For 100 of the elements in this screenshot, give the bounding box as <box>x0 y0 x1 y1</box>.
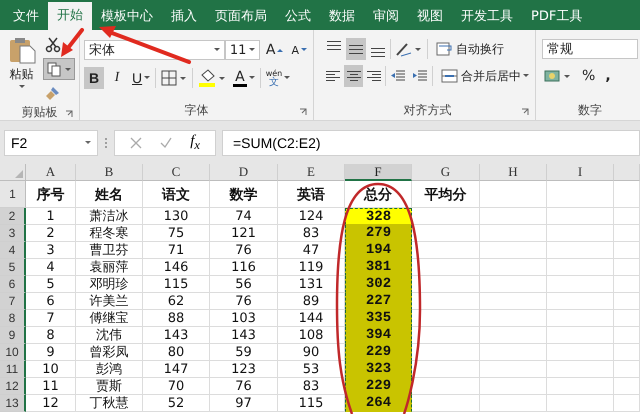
dialog-launcher-icon[interactable] <box>299 108 307 116</box>
table-cell: 曾彩凤 <box>76 344 143 361</box>
table-cell: 71 <box>143 242 210 259</box>
ribbon-tab[interactable]: 开发工具 <box>452 4 522 30</box>
font-color-button[interactable]: A <box>231 67 257 89</box>
number-format-dropdown[interactable]: 常规 <box>542 39 638 59</box>
row-header[interactable]: 13 <box>0 395 26 412</box>
merge-center-button[interactable]: 合并后居中 <box>439 65 532 87</box>
table-cell: 74 <box>210 208 278 225</box>
table-cell: 229 <box>345 344 412 361</box>
table-cell <box>480 327 547 344</box>
table-cell <box>480 181 547 208</box>
table-cell: 121 <box>210 225 278 242</box>
percent-button[interactable]: % <box>580 65 598 87</box>
table-cell: 143 <box>210 327 278 344</box>
font-name-dropdown[interactable]: 宋体 <box>84 40 225 60</box>
column-header[interactable]: D <box>210 164 278 181</box>
row-header[interactable]: 7 <box>0 293 26 310</box>
column-header[interactable]: I <box>547 164 614 181</box>
comma-style-button[interactable]: , <box>603 65 613 87</box>
row-header[interactable]: 6 <box>0 276 26 293</box>
column-header[interactable]: F <box>345 164 412 181</box>
wrap-text-button[interactable]: 自动换行 <box>434 38 506 60</box>
table-cell: 62 <box>143 293 210 310</box>
row-header[interactable]: 10 <box>0 344 26 361</box>
ribbon-tab[interactable]: 开始 <box>48 2 92 30</box>
table-cell <box>412 225 480 242</box>
phonetic-guide-button[interactable]: wén 文 <box>264 67 292 89</box>
table-cell: 10 <box>26 361 76 378</box>
table-cell: 59 <box>210 344 278 361</box>
table-cell: 11 <box>26 378 76 395</box>
grow-font-button[interactable]: A <box>264 39 286 61</box>
table-cell <box>547 361 614 378</box>
column-header[interactable]: A <box>26 164 76 181</box>
ribbon-tab[interactable]: 页面布局 <box>206 4 276 30</box>
row-header[interactable]: 5 <box>0 259 26 276</box>
column-header[interactable]: E <box>278 164 345 181</box>
ribbon-tab[interactable]: 数据 <box>320 4 364 30</box>
table-cell <box>614 361 640 378</box>
dialog-launcher-icon[interactable] <box>521 108 529 116</box>
font-size-dropdown[interactable]: 11 <box>224 40 260 60</box>
ribbon-tab[interactable]: 模板中心 <box>92 4 162 30</box>
row-header[interactable]: 11 <box>0 361 26 378</box>
table-cell: 264 <box>345 395 412 412</box>
caret-icon <box>85 141 91 145</box>
ribbon-tab[interactable]: 公式 <box>276 4 320 30</box>
text-angle-icon <box>395 41 423 57</box>
row-header[interactable]: 9 <box>0 327 26 344</box>
row-header[interactable]: 1 <box>0 181 26 208</box>
paste-button[interactable]: 粘贴 <box>4 34 39 92</box>
formula-input[interactable]: =SUM(C2:E2) <box>222 130 640 156</box>
row-header[interactable]: 3 <box>0 225 26 242</box>
table-cell: 75 <box>143 225 210 242</box>
row-header[interactable]: 8 <box>0 310 26 327</box>
table-cell <box>547 225 614 242</box>
dialog-launcher-icon[interactable] <box>65 110 73 118</box>
check-icon[interactable] <box>160 137 172 149</box>
ribbon-tab[interactable]: 插入 <box>162 4 206 30</box>
table-cell <box>480 225 547 242</box>
row-header[interactable]: 4 <box>0 242 26 259</box>
ribbon-tab[interactable]: 审阅 <box>364 4 408 30</box>
center-align-button[interactable] <box>344 65 363 87</box>
table-cell <box>412 276 480 293</box>
group-label: 数字 <box>578 102 602 118</box>
column-header[interactable]: H <box>480 164 547 181</box>
group-label: 字体 <box>184 102 208 118</box>
table-cell: 语文 <box>143 181 210 208</box>
table-cell: 88 <box>143 310 210 327</box>
table-cell <box>480 361 547 378</box>
table-cell <box>614 378 640 395</box>
insert-function-button[interactable]: f$_{x}$ <box>190 133 200 153</box>
table-cell <box>480 310 547 327</box>
italic-button[interactable]: I <box>107 67 127 89</box>
align-center-icon <box>346 71 361 81</box>
row-header[interactable]: 12 <box>0 378 26 395</box>
table-cell: 147 <box>143 361 210 378</box>
copy-button[interactable] <box>43 58 75 80</box>
table-cell: 丁秋慧 <box>76 395 143 412</box>
table-cell: 4 <box>26 259 76 276</box>
column-header[interactable]: B <box>76 164 143 181</box>
table-cell <box>614 225 640 242</box>
row-header[interactable]: 2 <box>0 208 26 225</box>
ribbon-tab[interactable]: 文件 <box>4 4 48 30</box>
ribbon-tab[interactable]: PDF工具 <box>522 4 592 30</box>
name-box[interactable]: F2 <box>4 130 98 156</box>
underline-button[interactable]: U <box>130 67 152 89</box>
table-cell: 平均分 <box>412 181 480 208</box>
table-cell: 许美兰 <box>76 293 143 310</box>
table-cell: 103 <box>210 310 278 327</box>
table-cell: 姓名 <box>76 181 143 208</box>
caret-icon <box>523 74 530 78</box>
column-header[interactable]: G <box>412 164 480 181</box>
ribbon-tab[interactable]: 视图 <box>408 4 452 30</box>
column-header[interactable]: C <box>143 164 210 181</box>
shrink-font-button[interactable]: A <box>289 39 309 61</box>
table-cell <box>614 293 640 310</box>
paintbrush-icon <box>45 85 61 101</box>
borders-icon <box>161 70 188 86</box>
bold-button[interactable]: B <box>84 67 104 89</box>
middle-align-button[interactable] <box>346 38 366 60</box>
